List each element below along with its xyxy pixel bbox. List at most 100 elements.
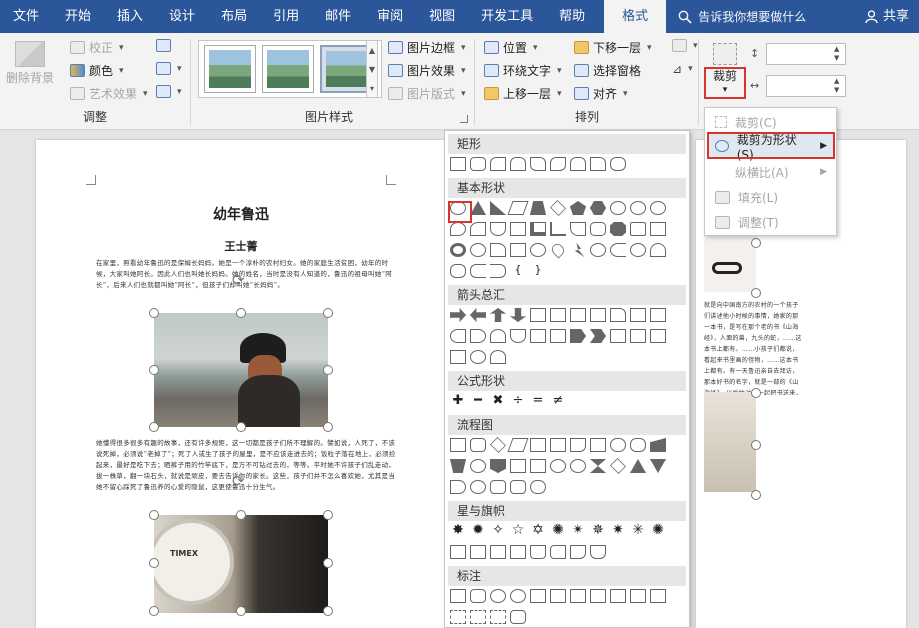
- star-5-shape[interactable]: ☆: [510, 523, 526, 538]
- line-callout-shape[interactable]: [630, 589, 646, 603]
- donut-shape[interactable]: [450, 243, 466, 257]
- resize-handle[interactable]: [751, 288, 761, 298]
- cloud-callout-shape[interactable]: [510, 589, 526, 603]
- terminator-shape[interactable]: [610, 438, 626, 452]
- dialog-launcher-icon[interactable]: [460, 115, 468, 123]
- stored-data-shape[interactable]: [450, 480, 466, 494]
- tab-developer[interactable]: 开发工具: [468, 0, 546, 33]
- left-right-up-arrow-shape[interactable]: [590, 308, 606, 322]
- predefined-process-shape[interactable]: [530, 438, 546, 452]
- position-button[interactable]: 位置: [484, 39, 538, 56]
- gallery-scroll[interactable]: ▲ ▼ ▾: [366, 40, 378, 98]
- snip-rectangle-shape[interactable]: [510, 157, 526, 171]
- quad-arrow-callout-shape[interactable]: [450, 350, 466, 364]
- menu-item-fit[interactable]: 调整(T): [709, 210, 833, 234]
- document-shape[interactable]: [570, 438, 586, 452]
- resize-handle[interactable]: [149, 308, 159, 318]
- tab-design[interactable]: 设计: [156, 0, 208, 33]
- round-rectangle-shape[interactable]: [570, 157, 586, 171]
- glasses-photo[interactable]: [704, 232, 756, 292]
- star-4-shape[interactable]: ✧: [490, 523, 506, 538]
- parallelogram-shape[interactable]: [507, 201, 529, 215]
- tab-help[interactable]: 帮助: [546, 0, 598, 33]
- art-effect-button[interactable]: 艺术效果: [70, 85, 148, 102]
- tab-home[interactable]: 开始: [52, 0, 104, 33]
- arc-shape[interactable]: [650, 243, 666, 257]
- not-equal-shape[interactable]: ≠: [550, 394, 566, 408]
- curved-arrow-shape[interactable]: [450, 329, 466, 343]
- divide-shape[interactable]: ÷: [510, 394, 526, 408]
- callout-arrow-shape[interactable]: [650, 329, 666, 343]
- style-thumbnail[interactable]: [204, 45, 256, 93]
- curved-arrow-shape[interactable]: [510, 329, 526, 343]
- selection-pane-button[interactable]: 选择窗格: [574, 62, 641, 79]
- line-callout-shape[interactable]: [650, 589, 666, 603]
- heptagon-shape[interactable]: [610, 201, 626, 215]
- double-bracket-shape[interactable]: [450, 264, 466, 278]
- resize-handle[interactable]: [149, 365, 159, 375]
- tab-review[interactable]: 审阅: [364, 0, 416, 33]
- line-callout-shape[interactable]: [550, 589, 566, 603]
- cube-shape[interactable]: [650, 222, 666, 236]
- wave-shape[interactable]: [570, 545, 586, 559]
- compress-pictures-button[interactable]: [156, 39, 171, 52]
- left-brace-shape[interactable]: {: [510, 264, 526, 278]
- magnetic-disk-shape[interactable]: [490, 480, 506, 494]
- style-thumbnail-selected[interactable]: [320, 45, 372, 93]
- merge-shape[interactable]: [650, 459, 666, 473]
- smiley-face-shape[interactable]: [530, 243, 546, 257]
- up-arrow-shape[interactable]: [490, 308, 506, 322]
- line-callout-shape[interactable]: [570, 589, 586, 603]
- accent-callout-shape[interactable]: [490, 610, 506, 624]
- resize-handle[interactable]: [236, 606, 246, 616]
- rotate-handle-icon[interactable]: ⟳: [232, 472, 245, 490]
- star-6-shape[interactable]: ✡: [530, 523, 546, 538]
- resize-handle[interactable]: [236, 510, 246, 520]
- plaque-shape[interactable]: [610, 222, 626, 236]
- tab-references[interactable]: 引用: [260, 0, 312, 33]
- punched-tape-shape[interactable]: [530, 459, 546, 473]
- curved-arrow-shape[interactable]: [490, 329, 506, 343]
- resize-handle[interactable]: [149, 510, 159, 520]
- tab-file[interactable]: 文件: [0, 0, 52, 33]
- manual-input-shape[interactable]: [650, 438, 666, 452]
- star-7-shape[interactable]: ✺: [550, 523, 566, 538]
- sun-shape[interactable]: [590, 243, 606, 257]
- preparation-shape[interactable]: [630, 438, 646, 452]
- oval-callout-shape[interactable]: [490, 589, 506, 603]
- vertical-scroll-shape[interactable]: [530, 545, 546, 559]
- resize-handle[interactable]: [149, 422, 159, 432]
- rectangular-callout-shape[interactable]: [450, 589, 466, 603]
- up-down-arrow-shape[interactable]: [550, 308, 566, 322]
- resize-handle[interactable]: [323, 606, 333, 616]
- diamond-shape[interactable]: [550, 200, 566, 216]
- left-arrow-shape[interactable]: [470, 308, 486, 322]
- rotate-handle-icon[interactable]: ⟳: [232, 271, 245, 289]
- process-shape[interactable]: [450, 438, 466, 452]
- picture-effect-button[interactable]: 图片效果: [388, 62, 466, 79]
- triangle-shape[interactable]: [470, 201, 486, 215]
- color-button[interactable]: 颜色: [70, 62, 124, 79]
- resize-handle[interactable]: [323, 308, 333, 318]
- remove-background-button[interactable]: 删除背景: [6, 41, 54, 86]
- picture-border-button[interactable]: 图片边框: [388, 39, 466, 56]
- ribbon-shape[interactable]: [450, 545, 466, 559]
- round-rectangle-shape[interactable]: [610, 157, 626, 171]
- curved-ribbon-shape[interactable]: [510, 545, 526, 559]
- pentagon-shape[interactable]: [570, 201, 586, 215]
- heart-shape[interactable]: [549, 241, 567, 259]
- explosion-shape[interactable]: ✹: [470, 523, 486, 538]
- resize-handle[interactable]: [323, 365, 333, 375]
- lightning-shape[interactable]: [574, 243, 585, 257]
- star-24-shape[interactable]: ✺: [650, 523, 666, 538]
- multiply-shape[interactable]: ✖: [490, 394, 506, 408]
- block-arc-shape[interactable]: [490, 243, 506, 257]
- plus-shape[interactable]: ✚: [450, 394, 466, 408]
- left-right-arrow-shape[interactable]: [530, 308, 546, 322]
- resize-handle[interactable]: [751, 440, 761, 450]
- callout-arrow-shape[interactable]: [630, 329, 646, 343]
- resize-handle[interactable]: [149, 606, 159, 616]
- decision-shape[interactable]: [490, 437, 506, 453]
- connector-shape[interactable]: [470, 459, 486, 473]
- change-picture-button[interactable]: [156, 62, 182, 75]
